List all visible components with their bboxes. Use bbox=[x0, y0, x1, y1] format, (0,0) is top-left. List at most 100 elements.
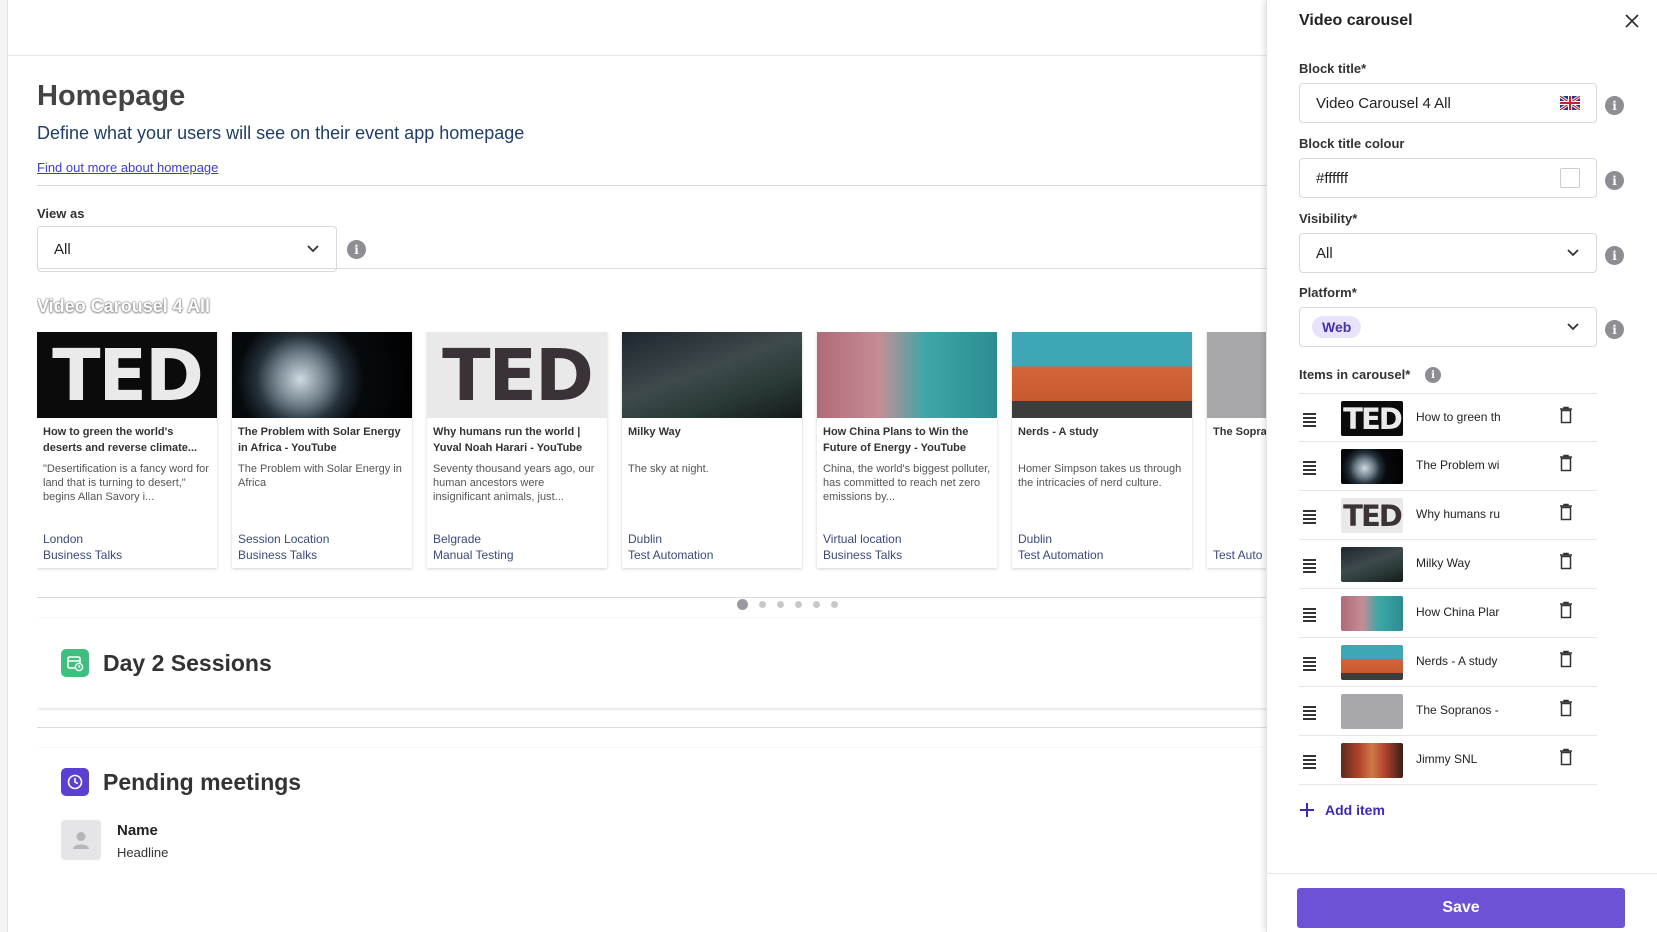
trash-icon[interactable] bbox=[1559, 503, 1573, 526]
video-carousel: TED How to green the world's deserts and … bbox=[37, 332, 1287, 572]
add-item-button[interactable]: Add item bbox=[1299, 802, 1385, 818]
platform-chip-web[interactable]: Web bbox=[1312, 316, 1362, 338]
carousel-dot[interactable] bbox=[737, 599, 748, 610]
video-card[interactable]: How China Plans to Win the Future of Ene… bbox=[817, 332, 997, 568]
drag-handle-icon[interactable] bbox=[1303, 510, 1316, 526]
carousel-item-row: The Sopranos - bbox=[1299, 687, 1597, 736]
visibility-value: All bbox=[1316, 244, 1333, 262]
video-card-title: Nerds - A study bbox=[1018, 426, 1099, 438]
item-label: How China Plar bbox=[1416, 605, 1500, 619]
block-title-input[interactable]: Video Carousel 4 All bbox=[1299, 83, 1597, 123]
block-title-label: Block title* bbox=[1299, 61, 1367, 76]
video-card[interactable]: Milky Way The sky at night. Dublin Test Aut… bbox=[622, 332, 802, 568]
video-card-title: How China Plans to Win the Future of Ene… bbox=[823, 426, 969, 454]
drag-handle-icon[interactable] bbox=[1303, 461, 1316, 477]
video-thumbnail bbox=[817, 332, 997, 418]
trash-icon[interactable] bbox=[1559, 454, 1573, 477]
trash-icon[interactable] bbox=[1559, 601, 1573, 624]
visibility-select[interactable]: All bbox=[1299, 233, 1597, 273]
item-thumbnail bbox=[1341, 743, 1403, 778]
video-card-track: Manual Testing bbox=[433, 548, 514, 562]
info-icon[interactable]: i bbox=[1605, 246, 1624, 265]
video-card[interactable]: TED Why humans run the world | Yuval Noah… bbox=[427, 332, 607, 568]
video-card-description: Homer Simpson takes us through the intri… bbox=[1018, 463, 1182, 489]
divider bbox=[37, 727, 1287, 728]
drag-handle-icon[interactable] bbox=[1303, 657, 1316, 673]
trash-icon[interactable] bbox=[1559, 699, 1573, 722]
carousel-item-row: The Problem wi bbox=[1299, 442, 1597, 491]
carousel-dot[interactable] bbox=[759, 601, 766, 608]
trash-icon[interactable] bbox=[1559, 406, 1573, 429]
video-thumbnail: TED bbox=[427, 332, 607, 418]
chevron-down-icon bbox=[1567, 249, 1579, 257]
video-card-description: China, the world's biggest polluter, has… bbox=[823, 463, 991, 503]
item-label: Jimmy SNL bbox=[1416, 752, 1478, 766]
uk-flag-icon[interactable] bbox=[1560, 96, 1580, 110]
item-label: Milky Way bbox=[1416, 556, 1471, 570]
video-card-title: How to green the world's deserts and rev… bbox=[43, 426, 198, 454]
drag-handle-icon[interactable] bbox=[1303, 706, 1316, 722]
video-card-description: "Desertification is a fancy word for lan… bbox=[43, 463, 209, 503]
close-icon bbox=[1625, 14, 1639, 28]
divider bbox=[37, 185, 1287, 186]
app-frame: { "page": { "title": "Homepage", "subtit… bbox=[0, 0, 1657, 932]
video-card-track: Business Talks bbox=[43, 548, 123, 562]
plus-icon bbox=[1300, 803, 1314, 817]
carousel-dot[interactable] bbox=[795, 601, 802, 608]
carousel-dot[interactable] bbox=[831, 601, 838, 608]
video-card[interactable]: The Problem with Solar Energy in Africa … bbox=[232, 332, 412, 568]
carousel-item-row: TED Why humans ru bbox=[1299, 491, 1597, 540]
item-label: Nerds - A study bbox=[1416, 654, 1498, 668]
info-icon[interactable]: i bbox=[1605, 96, 1624, 115]
drag-handle-icon[interactable] bbox=[1303, 559, 1316, 575]
sessions-block[interactable]: Day 2 Sessions bbox=[37, 618, 1287, 708]
video-card-track: Test Automation bbox=[628, 548, 714, 562]
colour-swatch[interactable] bbox=[1560, 168, 1580, 188]
meetings-block[interactable]: Pending meetings Name Headline bbox=[37, 748, 1287, 932]
item-thumbnail bbox=[1341, 596, 1403, 631]
video-card[interactable]: TED How to green the world's deserts and … bbox=[37, 332, 217, 568]
view-as-select[interactable]: All bbox=[37, 226, 337, 272]
trash-icon[interactable] bbox=[1559, 748, 1573, 771]
info-icon[interactable]: i bbox=[347, 240, 366, 259]
divider bbox=[37, 597, 1287, 598]
drag-handle-icon[interactable] bbox=[1303, 608, 1316, 624]
info-icon[interactable]: i bbox=[1605, 171, 1624, 190]
video-card-location: Belgrade bbox=[433, 532, 482, 546]
avatar bbox=[61, 820, 101, 860]
left-rail bbox=[0, 0, 8, 932]
drag-handle-icon[interactable] bbox=[1303, 413, 1316, 429]
info-icon[interactable]: i bbox=[1425, 367, 1441, 383]
item-thumbnail bbox=[1341, 547, 1403, 582]
video-card-title: The Problem with Solar Energy in Africa … bbox=[238, 426, 401, 454]
item-label: Why humans ru bbox=[1416, 507, 1501, 521]
carousel-dot[interactable] bbox=[813, 601, 820, 608]
view-as-label: View as bbox=[37, 206, 85, 221]
block-title-colour-value: #ffffff bbox=[1316, 169, 1348, 187]
video-card[interactable]: Nerds - A study Homer Simpson takes us th… bbox=[1012, 332, 1192, 568]
divider bbox=[37, 268, 1287, 269]
trash-icon[interactable] bbox=[1559, 552, 1573, 575]
add-item-label: Add item bbox=[1325, 802, 1385, 818]
video-card-track: Test Auto bbox=[1213, 548, 1263, 562]
page-subtitle: Define what your users will see on their… bbox=[37, 123, 525, 143]
carousel-items-list: TED How to green th The Problem wi TED Why h… bbox=[1299, 393, 1597, 785]
homepage-help-link[interactable]: Find out more about homepage bbox=[37, 160, 218, 175]
carousel-item-row: Jimmy SNL bbox=[1299, 736, 1597, 785]
carousel-item-row: Nerds - A study bbox=[1299, 638, 1597, 687]
close-button[interactable] bbox=[1621, 10, 1643, 32]
video-card-track: Test Automation bbox=[1018, 548, 1104, 562]
carousel-dot[interactable] bbox=[777, 601, 784, 608]
video-card-track: Business Talks bbox=[823, 548, 903, 562]
trash-icon[interactable] bbox=[1559, 650, 1573, 673]
carousel-item-row: How China Plar bbox=[1299, 589, 1597, 638]
save-button[interactable]: Save bbox=[1297, 888, 1625, 928]
drag-handle-icon[interactable] bbox=[1303, 755, 1316, 771]
info-icon[interactable]: i bbox=[1605, 320, 1624, 339]
block-title-colour-input[interactable]: #ffffff bbox=[1299, 158, 1597, 198]
platform-select[interactable]: Web bbox=[1299, 307, 1597, 347]
visibility-label: Visibility* bbox=[1299, 211, 1358, 226]
video-card-location: Session Location bbox=[238, 532, 330, 546]
meeting-headline: Headline bbox=[117, 845, 169, 860]
video-card-description: Seventy thousand years ago, our human an… bbox=[433, 463, 595, 503]
